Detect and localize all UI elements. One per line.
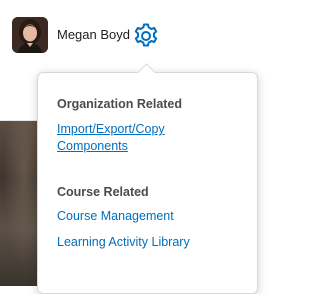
link-course-management[interactable]: Course Management bbox=[57, 208, 174, 225]
link-learning-activity-library[interactable]: Learning Activity Library bbox=[57, 234, 190, 251]
top-bar: Megan Boyd bbox=[0, 0, 267, 75]
user-name[interactable]: Megan Boyd bbox=[57, 27, 130, 42]
admin-tools-dropdown: Organization Related Import/Export/Copy … bbox=[37, 72, 258, 294]
settings-gear-button[interactable] bbox=[131, 21, 161, 51]
section-heading-course: Course Related bbox=[57, 185, 149, 199]
background-photo bbox=[0, 121, 40, 286]
avatar[interactable] bbox=[12, 17, 48, 53]
link-import-export-copy-components[interactable]: Import/Export/Copy Components bbox=[57, 121, 207, 155]
gear-icon bbox=[134, 23, 158, 47]
user-avatar-photo-icon bbox=[12, 17, 48, 53]
section-heading-organization: Organization Related bbox=[57, 97, 183, 111]
